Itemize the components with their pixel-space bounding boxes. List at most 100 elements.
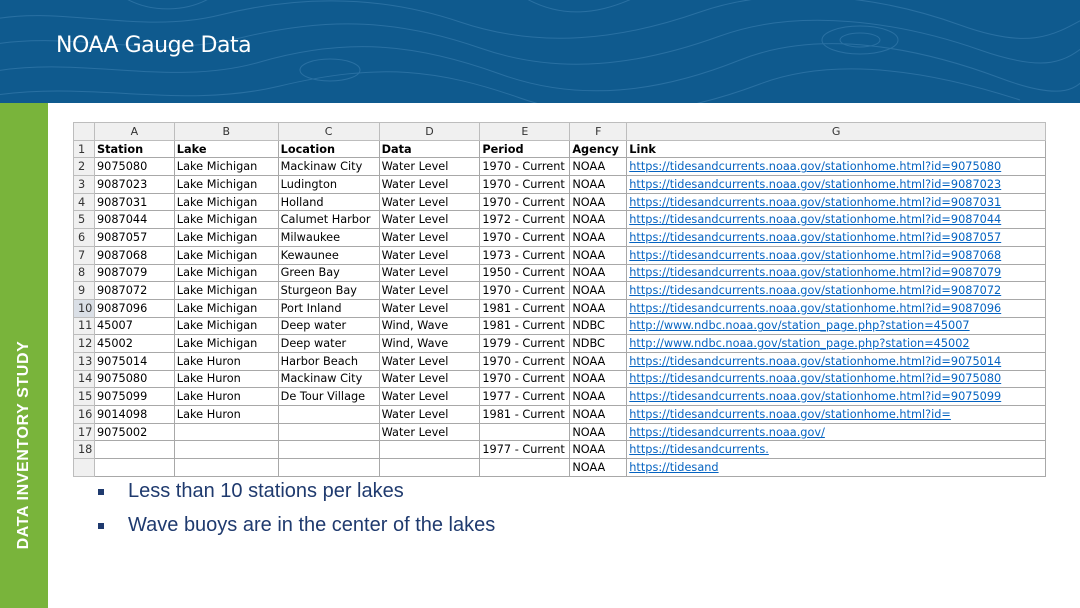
table-cell[interactable]: Water Level [378, 387, 481, 406]
station-link-cell[interactable]: https://tidesandcurrents.noaa.gov/statio… [626, 298, 1046, 318]
table-cell[interactable] [173, 422, 279, 442]
table-cell[interactable]: Holland [277, 192, 380, 212]
table-cell[interactable]: Lake Huron [173, 387, 279, 406]
table-cell[interactable]: 1981 - Current [479, 316, 571, 336]
table-cell[interactable]: 9075080 [93, 369, 175, 389]
table-cell[interactable]: Wind, Wave [378, 316, 481, 336]
table-cell[interactable]: NOAA [569, 369, 628, 389]
station-link-cell[interactable]: http://www.ndbc.noaa.gov/station_page.ph… [626, 316, 1046, 336]
row-number-header[interactable]: 11 [73, 316, 95, 336]
table-cell[interactable]: 1970 - Current [479, 192, 571, 212]
row-number-header[interactable]: 3 [73, 175, 95, 194]
table-cell[interactable]: Link [626, 139, 1046, 159]
table-cell[interactable]: Ludington [277, 175, 380, 194]
table-cell[interactable] [378, 440, 481, 460]
table-cell[interactable]: Deep water [277, 334, 380, 353]
table-cell[interactable]: NOAA [569, 458, 628, 477]
table-cell[interactable]: De Tour Village [277, 387, 380, 406]
table-cell[interactable]: Lake Michigan [173, 157, 279, 177]
table-cell[interactable]: Data [378, 139, 481, 159]
table-cell[interactable] [479, 422, 571, 442]
table-cell[interactable]: Lake [173, 139, 279, 159]
station-link-cell[interactable]: https://tidesandcurrents.noaa.gov/statio… [626, 281, 1046, 300]
table-cell[interactable]: NDBC [569, 334, 628, 353]
table-cell[interactable]: Water Level [378, 192, 481, 212]
table-cell[interactable]: Mackinaw City [277, 157, 380, 177]
table-cell[interactable] [93, 440, 175, 460]
table-cell[interactable]: Milwaukee [277, 228, 380, 247]
row-number-header[interactable]: 12 [73, 334, 95, 353]
table-cell[interactable] [277, 405, 380, 424]
station-link-cell[interactable]: http://www.ndbc.noaa.gov/station_page.ph… [626, 334, 1046, 353]
table-cell[interactable]: NOAA [569, 387, 628, 406]
table-cell[interactable]: Deep water [277, 316, 380, 336]
table-cell[interactable]: 9075002 [93, 422, 175, 442]
station-link-cell[interactable]: https://tidesandcurrents.noaa.gov/statio… [626, 387, 1046, 406]
table-cell[interactable]: 1970 - Current [479, 281, 571, 300]
row-number-header[interactable]: 16 [73, 405, 95, 424]
row-number-header[interactable]: 2 [73, 157, 95, 177]
table-cell[interactable]: 1970 - Current [479, 157, 571, 177]
row-number-header[interactable]: 15 [73, 387, 95, 406]
table-cell[interactable]: Station [93, 139, 175, 159]
column-letter-header[interactable]: B [173, 122, 279, 141]
station-link-cell[interactable]: https://tidesandcurrents.noaa.gov/statio… [626, 157, 1046, 177]
table-cell[interactable]: NOAA [569, 422, 628, 442]
table-cell[interactable]: 9087023 [93, 175, 175, 194]
select-all-corner[interactable] [73, 122, 95, 141]
table-cell[interactable]: 45007 [93, 316, 175, 336]
row-number-header[interactable]: 14 [73, 369, 95, 389]
table-cell[interactable]: Water Level [378, 263, 481, 283]
row-number-header[interactable]: 10 [73, 298, 95, 318]
table-cell[interactable]: Kewaunee [277, 245, 380, 265]
row-number-header[interactable]: 1 [73, 139, 95, 159]
station-link-cell[interactable]: https://tidesandcurrents.noaa.gov/statio… [626, 210, 1046, 230]
station-link-cell[interactable]: https://tidesandcurrents.noaa.gov/statio… [626, 405, 1046, 424]
station-link-cell[interactable]: https://tidesandcurrents.noaa.gov/statio… [626, 175, 1046, 194]
station-link-cell[interactable]: https://tidesandcurrents.noaa.gov/statio… [626, 263, 1046, 283]
table-cell[interactable]: Lake Huron [173, 405, 279, 424]
table-cell[interactable]: Water Level [378, 405, 481, 424]
table-cell[interactable]: 9087096 [93, 298, 175, 318]
table-cell[interactable]: NOAA [569, 298, 628, 318]
table-cell[interactable]: Water Level [378, 157, 481, 177]
table-cell[interactable]: 9087031 [93, 192, 175, 212]
column-letter-header[interactable]: F [569, 122, 628, 141]
table-cell[interactable]: Harbor Beach [277, 351, 380, 371]
table-cell[interactable]: Lake Michigan [173, 263, 279, 283]
table-cell[interactable]: NOAA [569, 157, 628, 177]
table-cell[interactable]: Lake Michigan [173, 281, 279, 300]
table-cell[interactable]: Lake Michigan [173, 316, 279, 336]
table-cell[interactable]: NOAA [569, 245, 628, 265]
table-cell[interactable]: Lake Michigan [173, 192, 279, 212]
table-cell[interactable]: NDBC [569, 316, 628, 336]
table-cell[interactable]: 9087079 [93, 263, 175, 283]
table-cell[interactable]: 1981 - Current [479, 298, 571, 318]
table-cell[interactable]: 1970 - Current [479, 351, 571, 371]
table-cell[interactable]: Calumet Harbor [277, 210, 380, 230]
station-link-cell[interactable]: https://tidesandcurrents.noaa.gov/statio… [626, 245, 1046, 265]
table-cell[interactable]: Period [479, 139, 571, 159]
table-cell[interactable]: Water Level [378, 210, 481, 230]
table-cell[interactable] [277, 422, 380, 442]
table-cell[interactable]: NOAA [569, 175, 628, 194]
table-cell[interactable]: 9075099 [93, 387, 175, 406]
station-link-cell[interactable]: https://tidesandcurrents.noaa.gov/statio… [626, 228, 1046, 247]
column-letter-header[interactable]: C [277, 122, 380, 141]
row-number-header[interactable]: 18 [73, 440, 95, 460]
table-cell[interactable]: NOAA [569, 228, 628, 247]
table-cell[interactable]: 1970 - Current [479, 228, 571, 247]
table-cell[interactable]: 9087068 [93, 245, 175, 265]
table-cell[interactable]: Wind, Wave [378, 334, 481, 353]
table-cell[interactable]: 9087057 [93, 228, 175, 247]
table-cell[interactable]: Lake Michigan [173, 334, 279, 353]
table-cell[interactable] [277, 440, 380, 460]
station-link-cell[interactable]: https://tidesandcurrents. [626, 440, 1046, 460]
column-letter-header[interactable]: E [479, 122, 571, 141]
table-cell[interactable]: Lake Michigan [173, 175, 279, 194]
table-cell[interactable]: Lake Huron [173, 369, 279, 389]
row-number-header[interactable]: 9 [73, 281, 95, 300]
column-letter-header[interactable]: D [378, 122, 481, 141]
table-cell[interactable]: 9075080 [93, 157, 175, 177]
table-cell[interactable]: 9087072 [93, 281, 175, 300]
